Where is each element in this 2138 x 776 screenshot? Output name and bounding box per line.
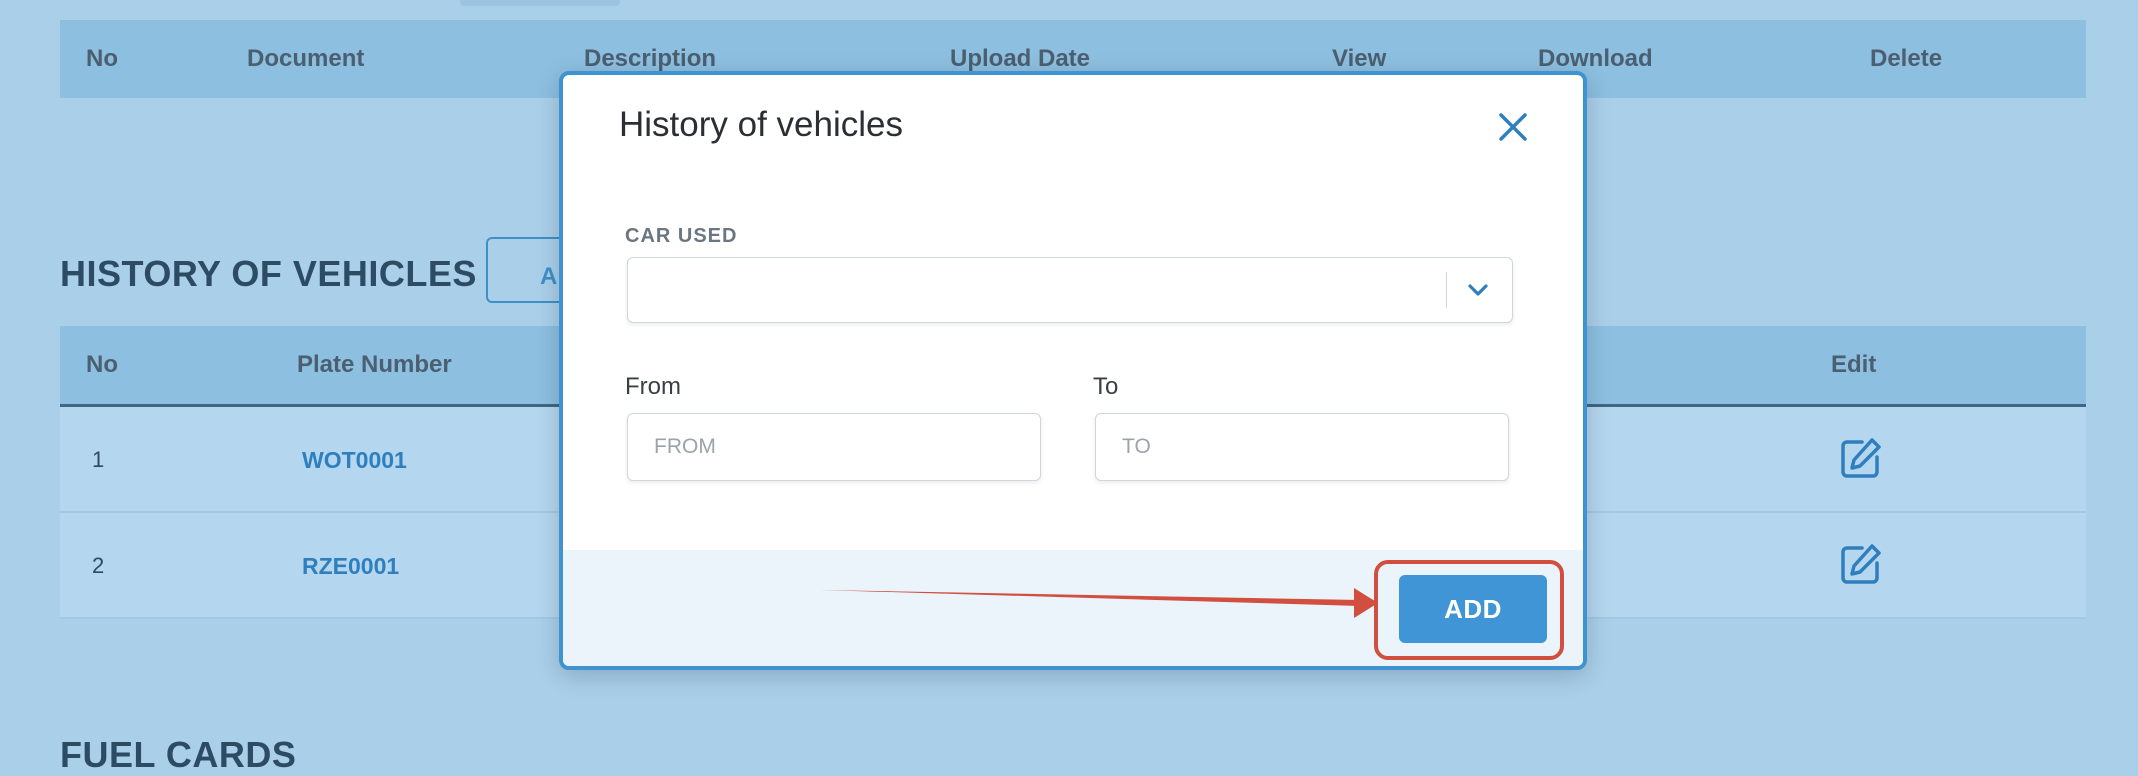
col-edit: Edit (1831, 351, 1877, 378)
top-tab-stub (460, 0, 620, 6)
col-description: Description (584, 45, 717, 72)
row-number: 1 (92, 447, 105, 472)
add-button-highlight (1374, 560, 1564, 660)
row-number: 2 (92, 553, 105, 578)
edit-icon[interactable] (1838, 435, 1884, 481)
col-document: Document (247, 45, 365, 72)
to-date-input[interactable] (1095, 413, 1509, 481)
col-download: Download (1538, 45, 1653, 72)
car-used-label: CAR USED (625, 225, 738, 247)
to-label: To (1093, 373, 1119, 400)
fuel-cards-title: FUEL CARDS (60, 734, 297, 775)
col-upload-date: Upload Date (950, 45, 1091, 72)
from-date-input[interactable] (627, 413, 1041, 481)
page-background: No Document Description Upload Date View… (0, 0, 2138, 775)
col-no: No (86, 351, 118, 378)
edit-icon[interactable] (1838, 541, 1884, 587)
plate-number-link[interactable]: WOT0001 (302, 447, 407, 474)
car-used-select[interactable] (627, 257, 1513, 323)
col-no: No (86, 45, 118, 72)
col-plate-number: Plate Number (297, 351, 452, 378)
from-label: From (625, 373, 681, 400)
plate-number-link[interactable]: RZE0001 (302, 553, 399, 580)
pointer-arrow-icon (820, 588, 1378, 618)
modal-title: History of vehicles (619, 105, 903, 144)
select-divider (1446, 272, 1447, 308)
col-delete: Delete (1870, 45, 1943, 72)
col-view: View (1332, 45, 1387, 72)
close-icon[interactable] (1493, 107, 1533, 147)
history-section-title: HISTORY OF VEHICLES (60, 253, 477, 294)
chevron-down-icon[interactable] (1464, 278, 1492, 302)
